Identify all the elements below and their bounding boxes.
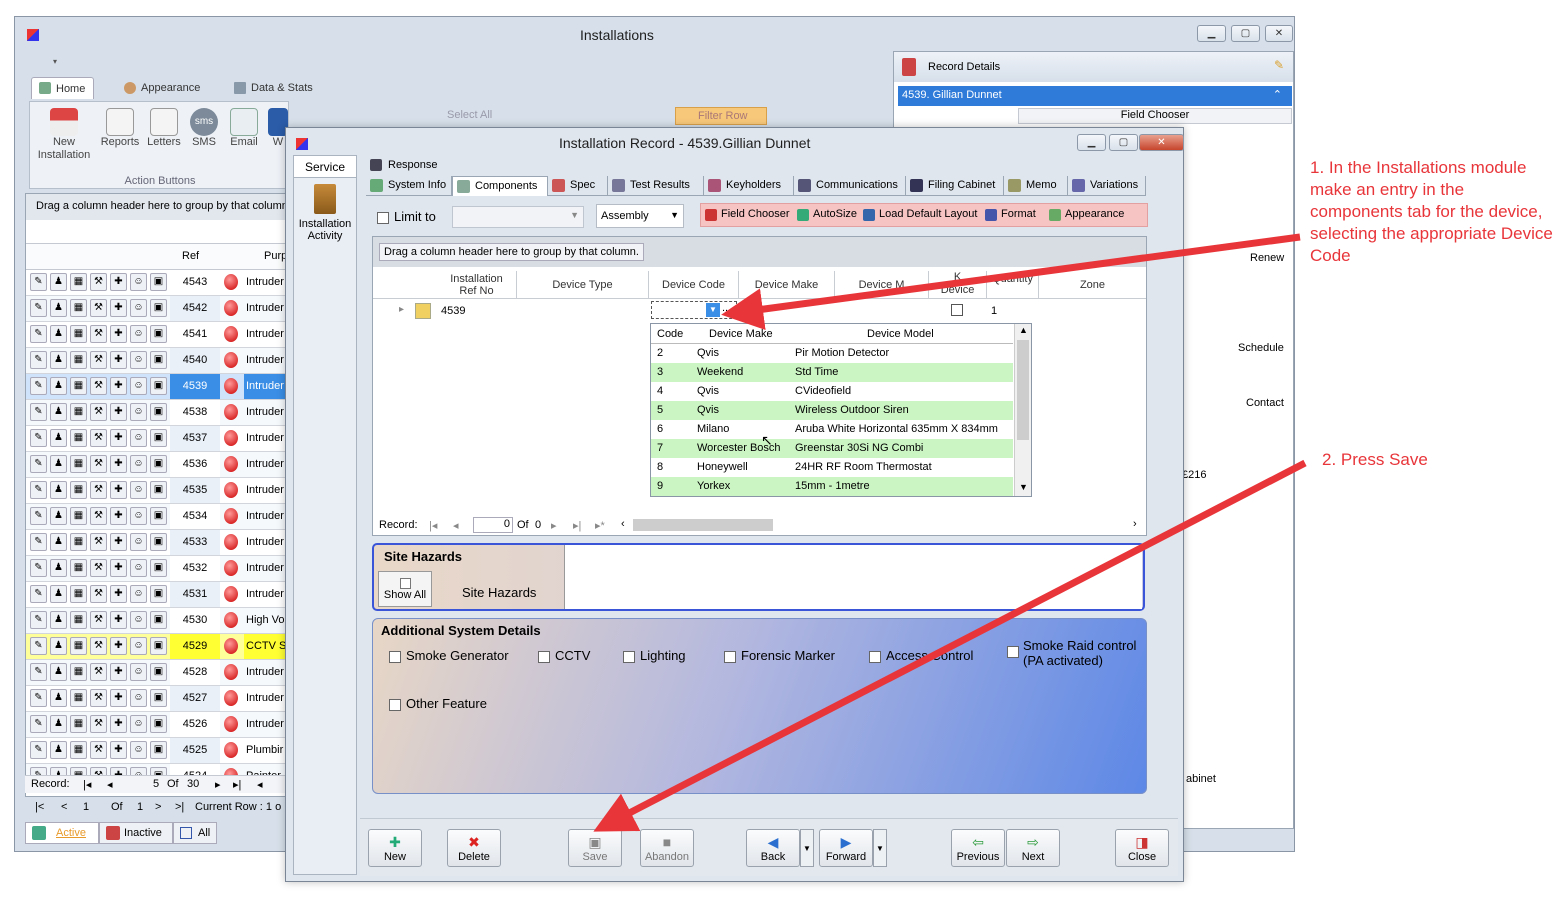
annotation-arrows (593, 233, 1307, 832)
arrow-to-save (593, 459, 1307, 832)
arrow-to-device-code (721, 233, 1301, 331)
